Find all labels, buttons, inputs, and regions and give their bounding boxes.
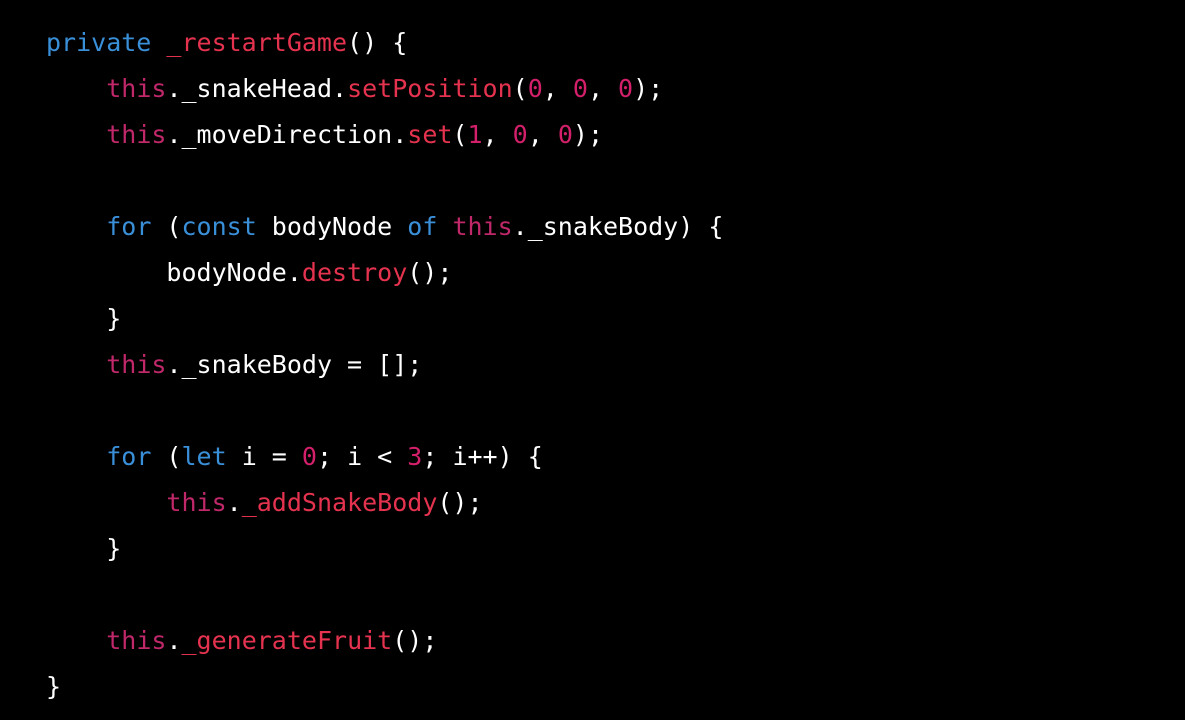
code-token-plain: } — [106, 534, 122, 563]
code-token-method: destroy — [301, 258, 408, 287]
code-token-plain: ); — [633, 74, 664, 103]
code-token-keyword: let — [181, 442, 227, 471]
code-token-plain: ._snakeBody) { — [512, 212, 724, 241]
code-token-plain: ); — [572, 120, 603, 149]
code-token-keyword: for — [106, 212, 152, 241]
code-token-plain: ._snakeHead. — [166, 74, 348, 103]
code-token-method: _restartGame — [166, 28, 348, 57]
code-token-this: this — [106, 120, 167, 149]
code-token-plain: ; i++) { — [422, 442, 543, 471]
code-line: } — [46, 526, 723, 572]
code-token-keyword: private — [46, 28, 167, 57]
code-line: } — [46, 296, 723, 342]
code-token-number: 0 — [301, 442, 317, 471]
code-token-plain: ( — [151, 212, 182, 241]
code-line: } — [46, 664, 723, 710]
code-token-plain: ( — [512, 74, 528, 103]
code-token-this: this — [452, 212, 513, 241]
code-token-plain: . — [226, 488, 242, 517]
code-token-method: setPosition — [347, 74, 513, 103]
code-token-plain: } — [106, 304, 122, 333]
code-token-number: 0 — [618, 74, 634, 103]
code-token-plain: , — [527, 120, 558, 149]
code-token-plain: bodyNode. — [166, 258, 302, 287]
code-token-plain: (); — [437, 488, 483, 517]
code-line: this._snakeBody = []; — [46, 342, 723, 388]
code-token-this: this — [106, 74, 167, 103]
code-token-this: this — [106, 350, 167, 379]
code-line: this._snakeHead.setPosition(0, 0, 0); — [46, 66, 723, 112]
code-token-plain: ( — [452, 120, 468, 149]
code-line: bodyNode.destroy(); — [46, 250, 723, 296]
code-line: private _restartGame() { — [46, 20, 723, 66]
code-token-plain: } — [46, 672, 62, 701]
code-token-keyword: const — [181, 212, 257, 241]
code-token-number: 0 — [557, 120, 573, 149]
code-token-this: this — [166, 488, 227, 517]
code-token-keyword: of — [407, 212, 438, 241]
code-token-method: _addSnakeBody — [241, 488, 438, 517]
code-token-method: _generateFruit — [181, 626, 393, 655]
code-token-this: this — [106, 626, 167, 655]
code-token-number: 0 — [572, 74, 588, 103]
code-token-number: 0 — [512, 120, 528, 149]
code-line: this._addSnakeBody(); — [46, 480, 723, 526]
code-token-plain: i = — [226, 442, 302, 471]
code-token-number: 3 — [407, 442, 423, 471]
code-editor: private _restartGame() { this._snakeHead… — [0, 0, 1185, 720]
code-token-plain: , — [482, 120, 513, 149]
code-token-plain: () { — [347, 28, 408, 57]
code-line: for (const bodyNode of this._snakeBody) … — [46, 204, 723, 250]
code-line: this._moveDirection.set(1, 0, 0); — [46, 112, 723, 158]
code-block: private _restartGame() { this._snakeHead… — [46, 20, 723, 710]
code-line: for (let i = 0; i < 3; i++) { — [46, 434, 723, 480]
code-token-plain: (); — [407, 258, 453, 287]
code-token-plain: (); — [392, 626, 438, 655]
code-token-plain: ; i < — [316, 442, 408, 471]
code-token-plain: . — [166, 626, 182, 655]
code-line: this._generateFruit(); — [46, 618, 723, 664]
code-token-plain: , — [587, 74, 619, 103]
code-token-method: set — [407, 120, 453, 149]
code-token-number: 1 — [467, 120, 483, 149]
code-token-plain: ( — [151, 442, 182, 471]
code-token-plain: , — [542, 74, 573, 103]
code-token-plain: bodyNode — [256, 212, 408, 241]
code-token-keyword: for — [106, 442, 152, 471]
code-token-number: 0 — [527, 74, 543, 103]
code-token-plain: ._moveDirection. — [166, 120, 408, 149]
code-token-plain: ._snakeBody = []; — [166, 350, 423, 379]
